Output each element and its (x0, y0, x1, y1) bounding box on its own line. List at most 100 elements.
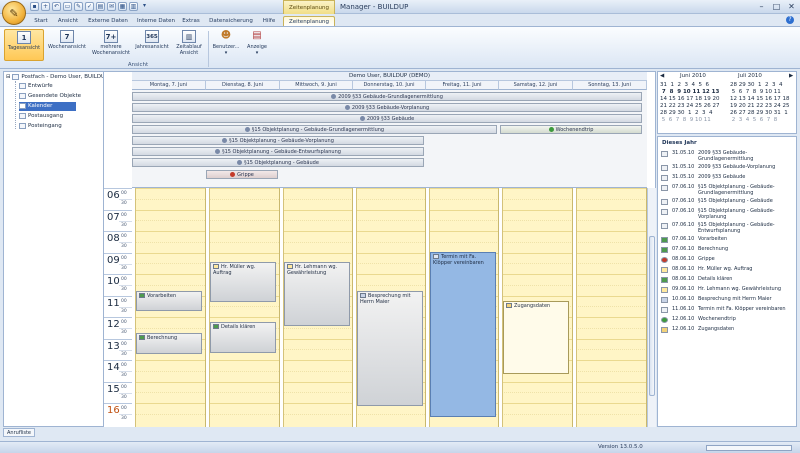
appointment[interactable]: Besprechung mit Herrn Maier (357, 291, 423, 406)
all-day-event[interactable]: Wochenendtrip (500, 125, 642, 134)
appointment[interactable]: Details klären (210, 322, 276, 353)
note-icon (661, 307, 668, 313)
quick-access-save-icon[interactable]: ▪ (30, 2, 39, 11)
help-icon[interactable]: ? (786, 16, 794, 24)
hour-label: 15 (107, 383, 120, 395)
calendar-scrollbar[interactable] (647, 188, 656, 427)
tree-item-kalender[interactable]: Kalender (19, 102, 76, 111)
mini-week-row[interactable]: 31 1 2 3 4 5 6 (660, 82, 709, 89)
appointment[interactable]: Vorarbeiten (136, 291, 202, 311)
next-month-icon[interactable]: ▶ (789, 73, 793, 79)
mini-month-title[interactable]: Juni 2010 (680, 73, 706, 79)
all-day-event[interactable]: 2009 §33 Gebäude-Grundlagenermittlung (132, 92, 642, 101)
collapse-icon[interactable]: ⊟ (6, 74, 11, 80)
quick-access-chart-icon[interactable]: ▥ (129, 2, 138, 11)
display-icon: ▤ (252, 30, 262, 41)
wochenansicht-button[interactable]: 7 Wochenansicht (47, 29, 87, 61)
minute-label: 00 (121, 234, 127, 239)
day-column[interactable] (573, 188, 647, 427)
list-item[interactable]: 07.06.10 §15 Objektplanung - Gebäude-Vorp… (661, 208, 795, 223)
appointment[interactable]: Berechnung (136, 333, 202, 354)
mini-week-row[interactable]: 2 3 4 5 6 7 8 (730, 117, 778, 124)
task-icon (661, 237, 668, 243)
quick-access-edit-icon[interactable]: ✎ (74, 2, 83, 11)
item-date: 31.05.10 (672, 150, 695, 156)
day-header[interactable]: Dienstag, 8. Juni (206, 81, 280, 90)
quick-access-table-icon[interactable]: ▦ (118, 2, 127, 11)
quick-access-check-icon[interactable]: ✓ (85, 2, 94, 11)
jahresansicht-button[interactable]: 365 Jahresansicht (135, 29, 169, 61)
tree-root-postfach[interactable]: ⊟ Postfach - Demo User, BUILDUP (6, 73, 108, 82)
anrufliste-tab[interactable]: Anrufliste (3, 428, 35, 437)
appointment-label: Hr. Müller wg. Auftrag (213, 264, 256, 276)
zoom-slider[interactable] (706, 445, 792, 451)
mehrere-wochenansicht-button[interactable]: 7+ mehrere Wochenansicht (90, 29, 132, 61)
quick-access-mail-icon[interactable]: ✉ (107, 2, 116, 11)
tab-externe-daten[interactable]: Externe Daten (86, 16, 130, 26)
list-item[interactable]: 12.06.10 Zugangsdaten (661, 326, 795, 337)
quick-access-print-icon[interactable]: ▭ (63, 2, 72, 11)
time-grid[interactable]: Vorarbeiten Berechnung Hr. Müller wg. Au… (132, 188, 647, 427)
folder-icon (19, 122, 26, 129)
tab-start[interactable]: Start (32, 16, 50, 26)
zeitablauf-ansicht-button[interactable]: ▥ Zeitablauf Ansicht (172, 29, 206, 61)
quick-access-dropdown-icon[interactable]: ▾ (140, 2, 149, 11)
mini-week-row[interactable]: 14 15 16 17 18 19 20 (660, 96, 719, 103)
all-day-event[interactable]: §15 Objektplanung - Gebäude (132, 158, 424, 167)
day-header[interactable]: Donnerstag, 10. Juni (353, 81, 426, 90)
mini-week-row[interactable]: 12 13 14 15 16 17 18 (730, 96, 789, 103)
minimize-icon[interactable]: – (757, 2, 766, 11)
day-header[interactable]: Samstag, 12. Juni (499, 81, 573, 90)
mini-week-row[interactable]: 21 22 23 24 25 26 27 (660, 103, 719, 110)
prev-month-icon[interactable]: ◀ (660, 73, 664, 79)
all-day-event[interactable]: §15 Objektplanung - Gebäude-Entwurfsplan… (132, 147, 424, 156)
tab-extras[interactable]: Extras (180, 16, 202, 26)
all-day-area: 2009 §33 Gebäude-Grundlagenermittlung 20… (132, 90, 647, 188)
apple-icon (230, 172, 236, 177)
application-menu-button[interactable]: ✎ (2, 1, 26, 25)
close-icon[interactable]: ✕ (787, 2, 796, 11)
day-header[interactable]: Sonntag, 13. Juni (573, 81, 647, 90)
mini-week-row[interactable]: 28 29 30 1 2 3 4 (730, 82, 782, 89)
mini-week-row[interactable]: 19 20 21 22 23 24 25 (730, 103, 789, 110)
tagesansicht-button[interactable]: 1 Tagesansicht (4, 29, 44, 61)
day-header[interactable]: Mittwoch, 9. Juni (280, 81, 353, 90)
all-day-event[interactable]: 2009 §33 Gebäude-Vorplanung (132, 103, 642, 112)
appointment[interactable]: Hr. Lehmann wg. Gewährleistung (284, 262, 350, 326)
tab-zeitenplanung[interactable]: Zeitenplanung (283, 16, 335, 26)
appointment[interactable]: Zugangsdaten (503, 301, 569, 374)
mini-month-title[interactable]: Juli 2010 (738, 73, 762, 79)
mini-week-row[interactable]: 5 6 7 8 9 10 11 (660, 117, 711, 124)
item-text: Details klären (698, 276, 733, 282)
mailbox-icon (12, 73, 20, 80)
tab-ansicht[interactable]: Ansicht (55, 16, 81, 26)
quick-access-new-icon[interactable]: + (41, 2, 50, 11)
appointment[interactable]: Termin mit Fa. Klöpper vereinbaren (430, 252, 496, 417)
mini-week-row[interactable]: 26 27 28 29 30 31 1 (730, 110, 788, 117)
day-header[interactable]: Montag, 7. Juni (132, 81, 206, 90)
list-item[interactable]: 07.06.10 §15 Objektplanung - Gebäude-Grun… (661, 184, 795, 199)
tab-hilfe[interactable]: Hilfe (259, 16, 279, 26)
maximize-icon[interactable]: □ (772, 2, 781, 11)
tab-interne-daten[interactable]: Interne Daten (135, 16, 177, 26)
benutzer-button[interactable]: ☻ Benutzer... ▾ (211, 29, 241, 61)
day-column[interactable] (206, 188, 280, 427)
item-date: 31.05.10 (672, 174, 695, 180)
quick-access-undo-icon[interactable]: ↶ (52, 2, 61, 11)
all-day-event[interactable]: §15 Objektplanung - Gebäude-Vorplanung (132, 136, 424, 145)
mini-week-row[interactable]: 7 8 9 10 11 12 13 (660, 89, 719, 96)
mini-week-row[interactable]: 28 29 30 1 2 3 4 (660, 110, 712, 117)
anzeige-button[interactable]: ▤ Anzeige ▾ (243, 29, 271, 61)
tree-item-label: Gesendete Objekte (28, 93, 82, 99)
all-day-event[interactable]: §15 Objektplanung - Gebäude-Grundlagener… (132, 125, 497, 134)
mini-week-row[interactable]: 5 6 7 8 9 10 11 (730, 89, 781, 96)
all-day-event[interactable]: 2009 §33 Gebäude (132, 114, 642, 123)
tab-datensicherung[interactable]: Datensicherung (207, 16, 255, 26)
appointment[interactable]: Hr. Müller wg. Auftrag (210, 262, 276, 302)
list-item[interactable]: 31.05.10 2009 §33 Gebäude-Grundlagenermit… (661, 150, 795, 165)
list-item[interactable]: 07.06.10 §15 Objektplanung - Gebäude-Entw… (661, 222, 795, 237)
quick-access-folder-icon[interactable]: ▤ (96, 2, 105, 11)
scrollbar-thumb[interactable] (649, 236, 655, 396)
all-day-event[interactable]: Grippe (206, 170, 278, 179)
day-header[interactable]: Freitag, 11. Juni (426, 81, 499, 90)
